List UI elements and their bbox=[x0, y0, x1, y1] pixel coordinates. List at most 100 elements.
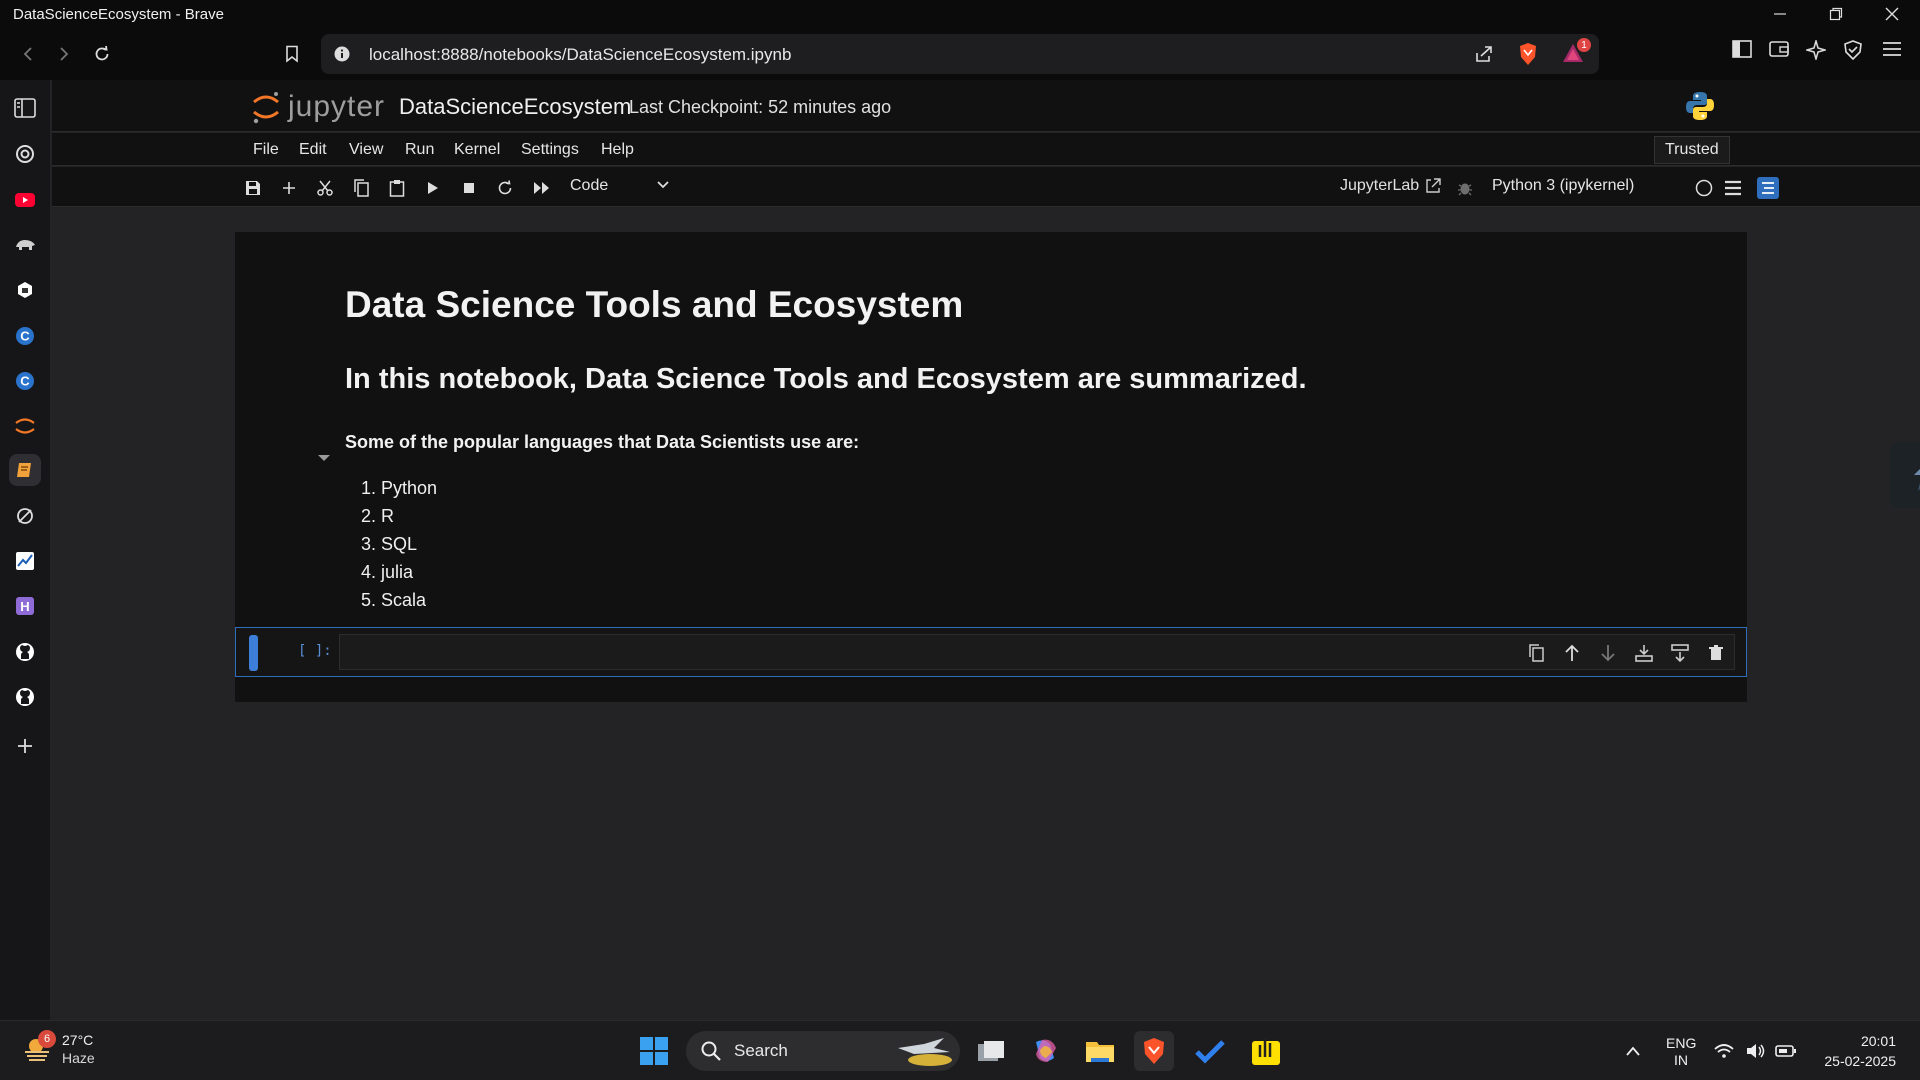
task-view-icon[interactable] bbox=[971, 1031, 1011, 1071]
copilot-icon[interactable] bbox=[1025, 1031, 1065, 1071]
clock-time: 20:01 bbox=[1860, 1033, 1896, 1049]
player-app-icon[interactable] bbox=[1246, 1031, 1286, 1071]
insert-above-button[interactable] bbox=[1626, 635, 1662, 671]
save-button[interactable] bbox=[242, 177, 264, 199]
notebook-app-icon[interactable] bbox=[9, 454, 41, 486]
cell-type-select[interactable]: Code bbox=[570, 177, 670, 195]
brave-shields-icon[interactable] bbox=[1517, 42, 1539, 66]
insert-below-button[interactable] bbox=[1662, 635, 1698, 671]
minimize-button[interactable] bbox=[1752, 0, 1808, 28]
insert-cell-button[interactable] bbox=[278, 177, 300, 199]
back-button[interactable] bbox=[14, 40, 42, 68]
browser-sidebar: C C H bbox=[0, 80, 50, 1020]
run-button[interactable] bbox=[422, 177, 444, 199]
forward-button[interactable] bbox=[50, 40, 78, 68]
notebook-toolbar: Code JupyterLab Python 3 (ipykernel) bbox=[52, 167, 1920, 207]
copy-button[interactable] bbox=[350, 177, 372, 199]
code-cell[interactable]: [ ]: bbox=[235, 627, 1747, 677]
jupyter-icon[interactable] bbox=[9, 410, 41, 442]
window-controls bbox=[1752, 0, 1920, 28]
weather-widget[interactable]: 6 27°C Haze bbox=[22, 1030, 95, 1067]
github-icon-2[interactable] bbox=[9, 681, 41, 713]
system-clock[interactable]: 20:01 25-02-2025 bbox=[1800, 1031, 1896, 1071]
hackerrank-icon[interactable]: H bbox=[9, 590, 41, 622]
arrow-down-icon bbox=[1601, 645, 1615, 662]
site-info-icon[interactable] bbox=[333, 45, 351, 63]
property-inspector-icon[interactable] bbox=[1757, 177, 1779, 199]
restart-button[interactable] bbox=[494, 177, 516, 199]
restore-button[interactable] bbox=[1808, 0, 1864, 28]
address-bar[interactable]: localhost:8888/notebooks/DataScienceEcos… bbox=[321, 34, 1599, 74]
wifi-icon[interactable] bbox=[1708, 1031, 1740, 1071]
youtube-icon[interactable] bbox=[9, 184, 41, 216]
wallet-icon[interactable] bbox=[1769, 40, 1789, 58]
jupyter-logo-icon bbox=[253, 92, 279, 124]
collapse-caret-icon[interactable] bbox=[317, 454, 331, 462]
kernel-name[interactable]: Python 3 (ipykernel) bbox=[1492, 177, 1634, 195]
menu-settings[interactable]: Settings bbox=[521, 141, 579, 159]
interrupt-button[interactable] bbox=[458, 177, 480, 199]
battery-icon[interactable] bbox=[1770, 1031, 1802, 1071]
language-indicator[interactable]: ENG IN bbox=[1666, 1035, 1696, 1069]
restart-run-all-button[interactable] bbox=[531, 177, 553, 199]
cut-button[interactable] bbox=[314, 177, 336, 199]
vpn-icon[interactable] bbox=[1844, 40, 1862, 60]
jupyter-logo[interactable]: jupyter bbox=[250, 89, 385, 125]
browser-menu-icon[interactable] bbox=[1882, 40, 1902, 58]
perplexity-icon[interactable] bbox=[9, 500, 41, 532]
coursera-icon-2[interactable]: C bbox=[9, 365, 41, 397]
close-button[interactable] bbox=[1864, 0, 1920, 28]
url-text[interactable]: localhost:8888/notebooks/DataScienceEcos… bbox=[369, 45, 791, 65]
show-hidden-icons-button[interactable] bbox=[1613, 1031, 1653, 1071]
play-icon bbox=[428, 182, 438, 194]
search-label: Search bbox=[734, 1041, 788, 1060]
brave-rewards-icon[interactable]: 1 bbox=[1561, 38, 1591, 64]
weather-temp: 27°C bbox=[62, 1032, 94, 1048]
brave-taskbar-icon[interactable] bbox=[1134, 1031, 1174, 1071]
sidebar-toggle-icon[interactable] bbox=[1732, 40, 1752, 58]
menu-kernel[interactable]: Kernel bbox=[454, 141, 500, 159]
coursera-icon[interactable]: C bbox=[9, 320, 41, 352]
menu-run[interactable]: Run bbox=[405, 141, 434, 159]
jupyterlab-link[interactable]: JupyterLab bbox=[1340, 177, 1441, 195]
toc-icon[interactable] bbox=[1722, 177, 1744, 199]
paste-button[interactable] bbox=[386, 177, 408, 199]
sidebar-panel-icon[interactable] bbox=[9, 92, 41, 124]
debugger-icon[interactable] bbox=[1454, 177, 1476, 199]
move-down-button[interactable] bbox=[1590, 635, 1626, 671]
menu-file[interactable]: File bbox=[253, 141, 279, 159]
add-sidebar-item-icon[interactable] bbox=[9, 730, 41, 762]
chart-app-icon[interactable] bbox=[9, 545, 41, 577]
openai-icon[interactable] bbox=[9, 138, 41, 170]
animal-app-icon[interactable] bbox=[9, 228, 41, 260]
paste-icon bbox=[389, 180, 405, 197]
minimize-icon bbox=[1774, 13, 1786, 15]
notion-app-icon[interactable] bbox=[9, 274, 41, 306]
list-item: 5. Scala bbox=[361, 590, 427, 610]
taskbar-search[interactable]: Search bbox=[686, 1031, 960, 1071]
github-icon[interactable] bbox=[9, 636, 41, 668]
todo-icon[interactable] bbox=[1190, 1031, 1230, 1071]
leo-ai-icon[interactable] bbox=[1806, 40, 1826, 60]
start-button[interactable] bbox=[634, 1031, 674, 1071]
delete-cell-button[interactable] bbox=[1698, 635, 1734, 671]
cell-toolbar bbox=[1518, 635, 1734, 671]
menu-help[interactable]: Help bbox=[601, 141, 634, 159]
bookmark-button[interactable] bbox=[278, 40, 306, 68]
save-icon bbox=[246, 181, 260, 195]
volume-icon[interactable] bbox=[1740, 1031, 1772, 1071]
menu-edit[interactable]: Edit bbox=[299, 141, 327, 159]
reload-button[interactable] bbox=[88, 40, 116, 68]
file-explorer-icon[interactable] bbox=[1080, 1031, 1120, 1071]
chevron-down-icon[interactable] bbox=[656, 180, 670, 190]
share-icon[interactable] bbox=[1474, 44, 1494, 64]
trusted-badge[interactable]: Trusted bbox=[1654, 136, 1730, 164]
active-cell-marker bbox=[249, 635, 258, 671]
floating-assistant-icon[interactable] bbox=[1890, 442, 1920, 508]
region-code: IN bbox=[1674, 1052, 1688, 1068]
notebook-name[interactable]: DataScienceEcosystem bbox=[399, 94, 631, 120]
duplicate-cell-button[interactable] bbox=[1518, 635, 1554, 671]
code-editor[interactable] bbox=[339, 634, 1735, 670]
menu-view[interactable]: View bbox=[349, 141, 383, 159]
move-up-button[interactable] bbox=[1554, 635, 1590, 671]
